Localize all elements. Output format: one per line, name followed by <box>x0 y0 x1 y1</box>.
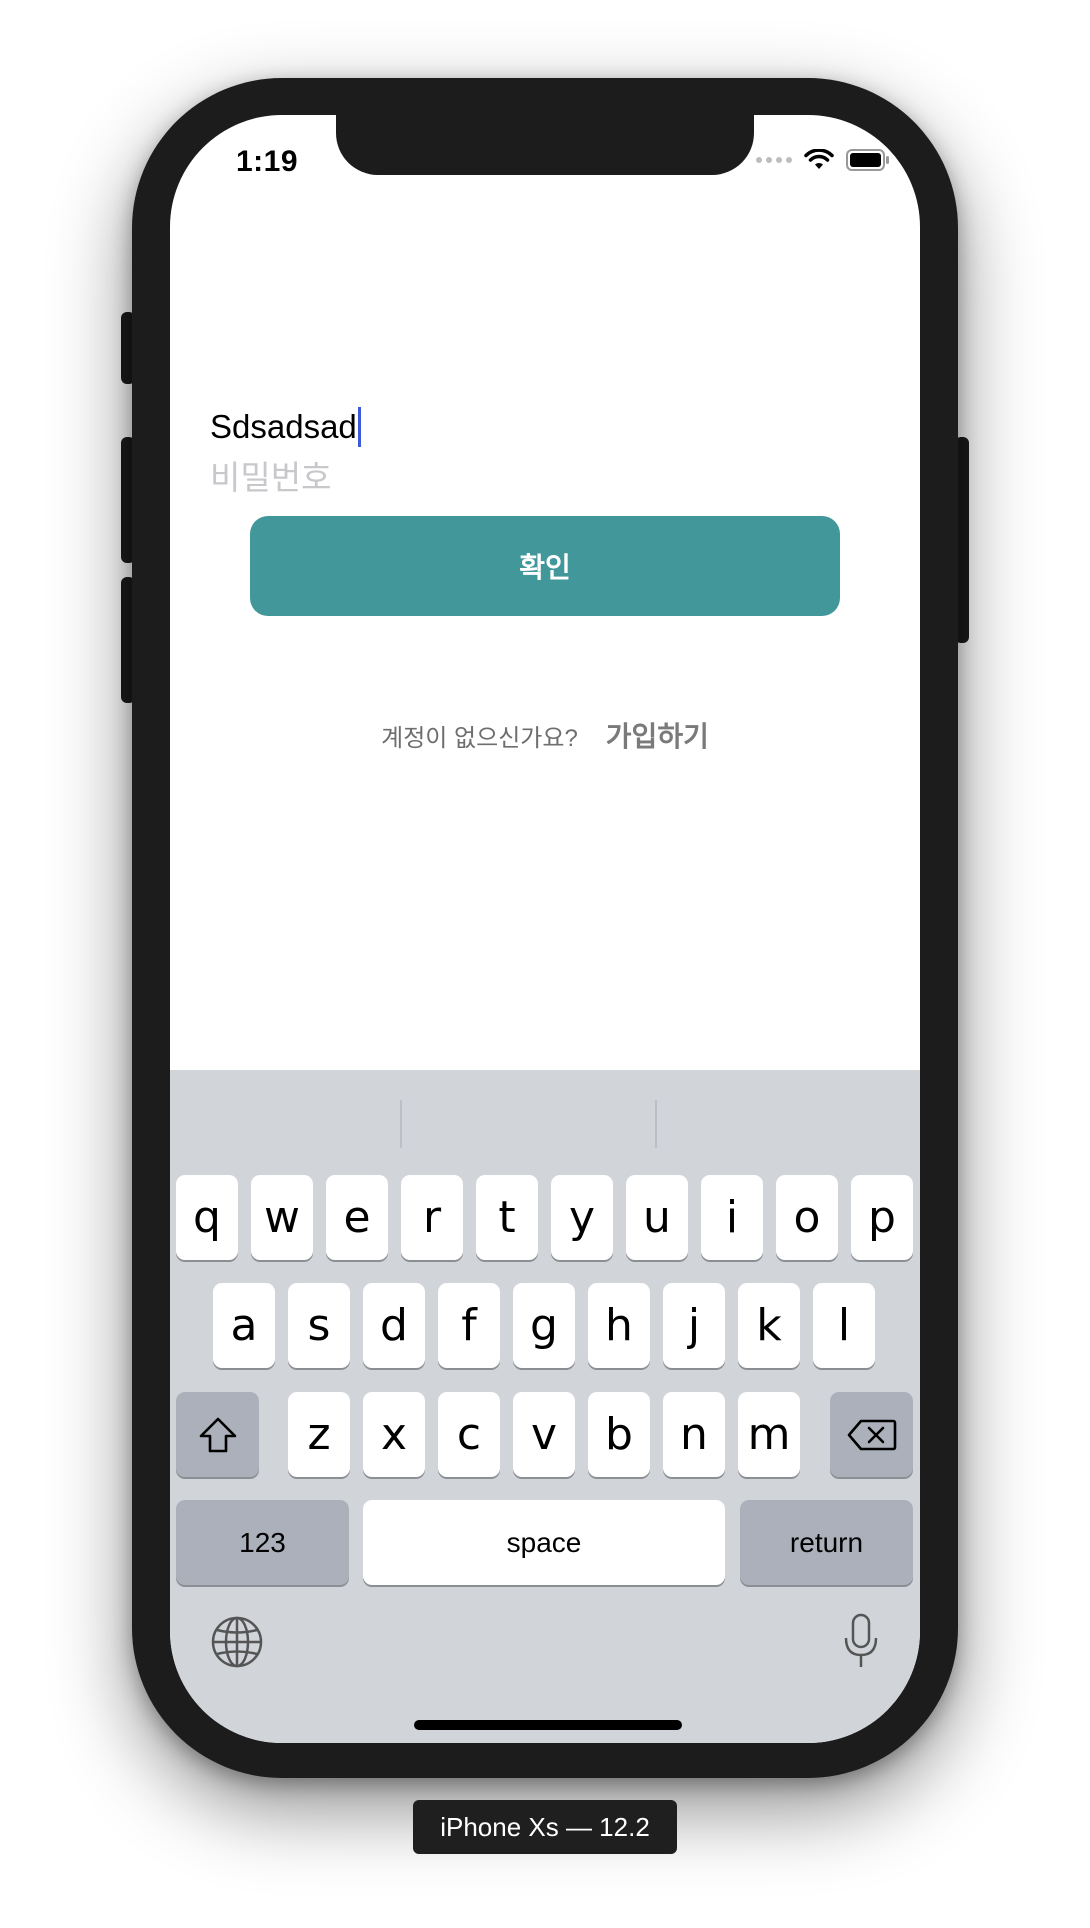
shift-icon <box>199 1417 236 1452</box>
text-cursor <box>357 407 361 447</box>
key-b[interactable]: b <box>588 1392 650 1477</box>
key-g[interactable]: g <box>513 1283 575 1368</box>
battery-icon <box>846 149 889 171</box>
key-d[interactable]: d <box>363 1283 425 1368</box>
shift-key[interactable] <box>176 1392 259 1477</box>
microphone-icon[interactable] <box>842 1612 880 1670</box>
keyboard: q w e r t y u i o p a s d f g h j k l z … <box>170 1070 920 1743</box>
key-k[interactable]: k <box>738 1283 800 1368</box>
numbers-key[interactable]: 123 <box>176 1500 349 1585</box>
home-indicator[interactable] <box>414 1720 682 1730</box>
key-j[interactable]: j <box>663 1283 725 1368</box>
confirm-button[interactable]: 확인 <box>250 516 840 616</box>
key-i[interactable]: i <box>701 1175 763 1260</box>
space-key[interactable]: space <box>363 1500 725 1585</box>
key-h[interactable]: h <box>588 1283 650 1368</box>
backspace-key[interactable] <box>830 1392 913 1477</box>
signup-question: 계정이 없으신가요? <box>381 724 578 752</box>
key-p[interactable]: p <box>851 1175 913 1260</box>
key-l[interactable]: l <box>813 1283 875 1368</box>
key-c[interactable]: c <box>438 1392 500 1477</box>
key-u[interactable]: u <box>626 1175 688 1260</box>
id-input-value: Sdsadsad <box>210 408 357 445</box>
status-icons <box>756 149 890 171</box>
status-time: 1:19 <box>236 145 299 178</box>
key-z[interactable]: z <box>288 1392 350 1477</box>
id-input[interactable]: Sdsadsad <box>210 407 361 447</box>
key-x[interactable]: x <box>363 1392 425 1477</box>
wifi-icon <box>804 149 834 169</box>
return-key[interactable]: return <box>740 1500 913 1585</box>
key-e[interactable]: e <box>326 1175 388 1260</box>
signup-row: 계정이 없으신가요? 가입하기 <box>170 715 920 755</box>
key-w[interactable]: w <box>251 1175 313 1260</box>
key-a[interactable]: a <box>213 1283 275 1368</box>
key-f[interactable]: f <box>438 1283 500 1368</box>
key-v[interactable]: v <box>513 1392 575 1477</box>
key-t[interactable]: t <box>476 1175 538 1260</box>
backspace-icon <box>847 1419 896 1450</box>
globe-icon[interactable] <box>210 1615 264 1669</box>
key-m[interactable]: m <box>738 1392 800 1477</box>
notch <box>336 115 754 175</box>
key-s[interactable]: s <box>288 1283 350 1368</box>
key-o[interactable]: o <box>776 1175 838 1260</box>
key-r[interactable]: r <box>401 1175 463 1260</box>
cellular-signal-icon <box>756 157 792 163</box>
device-label: iPhone Xs — 12.2 <box>413 1800 677 1854</box>
key-q[interactable]: q <box>176 1175 238 1260</box>
signup-link[interactable]: 가입하기 <box>606 715 709 755</box>
key-y[interactable]: y <box>551 1175 613 1260</box>
phone-screen: 1:19 Sdsadsad 비밀번호 확인 계정이 없으신가요? 가입하기 q … <box>170 115 920 1743</box>
suggestion-divider <box>655 1100 657 1148</box>
key-n[interactable]: n <box>663 1392 725 1477</box>
suggestion-divider <box>400 1100 402 1148</box>
password-input[interactable]: 비밀번호 <box>210 451 331 499</box>
